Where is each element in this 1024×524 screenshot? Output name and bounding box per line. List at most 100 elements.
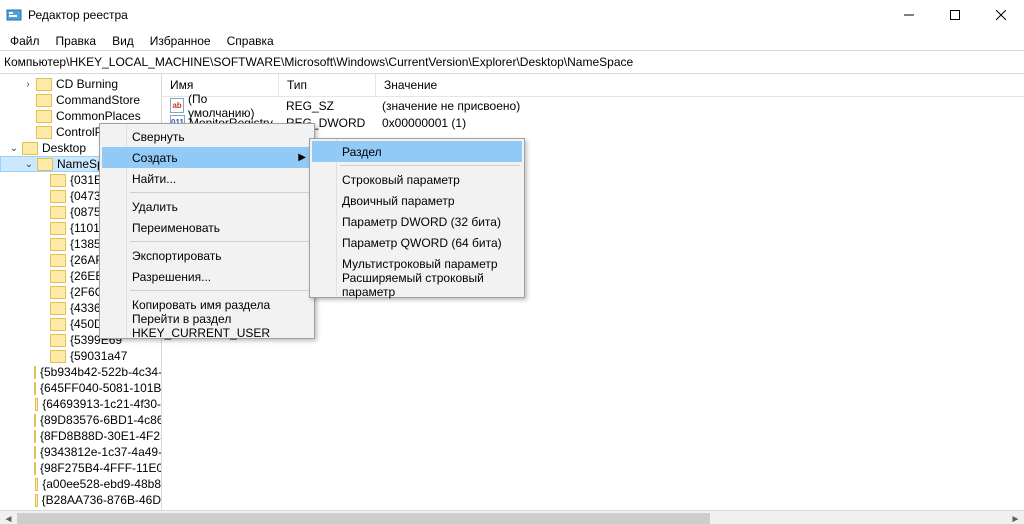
context-menu-item-label: Переименовать [132, 221, 220, 235]
menu-edit[interactable]: Правка [48, 33, 105, 49]
context-menu-item-label: Перейти в раздел HKEY_CURRENT_USER [132, 312, 292, 340]
chevron-down-icon[interactable]: ⌄ [6, 143, 22, 154]
folder-icon [34, 366, 36, 379]
menu-help[interactable]: Справка [219, 33, 282, 49]
folder-icon [36, 110, 52, 123]
context-menu-item[interactable]: Раздел [312, 141, 522, 162]
tree-item[interactable]: {98F275B4-4FFF-11E0- [0, 460, 161, 476]
col-value[interactable]: Значение [376, 74, 1024, 96]
context-menu-item[interactable]: Разрешения... [102, 266, 312, 287]
folder-icon [36, 126, 52, 139]
context-menu-item[interactable]: Создать ▶ [102, 147, 312, 168]
context-menu-item-label: Параметр DWORD (32 бита) [342, 215, 501, 229]
tree-item[interactable]: {89D83576-6BD1-4c86- [0, 412, 161, 428]
folder-icon [50, 302, 66, 315]
list-header: Имя Тип Значение [162, 74, 1024, 97]
tree-item[interactable]: {8FD8B88D-30E1-4F25 [0, 428, 161, 444]
folder-icon [50, 174, 66, 187]
folder-icon [50, 254, 66, 267]
chevron-right-icon[interactable]: › [20, 79, 36, 90]
value-type: REG_SZ [278, 99, 374, 113]
tree-item[interactable]: {64693913-1c21-4f30- [0, 396, 161, 412]
context-menu-item-label: Расширяемый строковый параметр [342, 271, 502, 299]
folder-icon [34, 414, 36, 427]
tree-item[interactable]: › CD Burning [0, 76, 161, 92]
tree-item[interactable]: {5b934b42-522b-4c34- [0, 364, 161, 380]
tree-item[interactable]: {B4FB3F98-C1EA-428c [0, 508, 161, 510]
folder-icon [36, 94, 52, 107]
context-menu-item[interactable]: Параметр DWORD (32 бита) [312, 211, 522, 232]
context-menu-item[interactable]: Перейти в раздел HKEY_CURRENT_USER [102, 315, 312, 336]
tree-item[interactable]: CommonPlaces [0, 108, 161, 124]
tree-item-label: Desktop [42, 141, 86, 155]
context-menu-item-label: Мультистроковый параметр [342, 257, 498, 271]
folder-icon [50, 238, 66, 251]
value-data: 0x00000001 (1) [374, 116, 1024, 130]
menu-file[interactable]: Файл [2, 33, 48, 49]
context-submenu[interactable]: Раздел Строковый параметр Двоичный парамет… [309, 138, 525, 298]
menu-bar: Файл Правка Вид Избранное Справка [0, 31, 1024, 50]
folder-icon [50, 190, 66, 203]
title-bar: Редактор реестра [0, 0, 1024, 31]
chevron-down-icon[interactable]: ⌄ [21, 159, 37, 170]
context-menu-item[interactable]: Переименовать [102, 217, 312, 238]
context-menu-separator [130, 241, 310, 242]
context-menu-item-label: Экспортировать [132, 249, 222, 263]
tree-item-label: {B4FB3F98-C1EA-428c [40, 509, 162, 510]
regedit-icon [6, 7, 22, 23]
tree-item[interactable]: {B28AA736-876B-46D [0, 492, 161, 508]
folder-icon [35, 478, 38, 491]
context-menu-item[interactable]: Свернуть [102, 126, 312, 147]
tree-item[interactable]: {645FF040-5081-101B- [0, 380, 161, 396]
context-menu[interactable]: Свернуть Создать ▶ Найти... Удалить Переимено… [99, 123, 315, 339]
context-menu-item-label: Параметр QWORD (64 бита) [342, 236, 502, 250]
maximize-button[interactable] [932, 0, 978, 30]
context-menu-item-label: Двоичный параметр [342, 194, 455, 208]
address-text: Компьютер\HKEY_LOCAL_MACHINE\SOFTWARE\Mi… [4, 55, 633, 69]
scroll-thumb[interactable] [17, 513, 710, 524]
context-menu-item-label: Свернуть [132, 130, 185, 144]
submenu-arrow-icon: ▶ [298, 152, 306, 163]
tree-item-label: {64693913-1c21-4f30- [42, 397, 161, 411]
folder-icon [35, 398, 38, 411]
context-menu-item[interactable]: Найти... [102, 168, 312, 189]
tree-item-label: CD Burning [56, 77, 118, 91]
tree-item[interactable]: CommandStore [0, 92, 161, 108]
tree-item-label: {645FF040-5081-101B- [40, 381, 162, 395]
menu-favorites[interactable]: Избранное [142, 33, 219, 49]
col-type[interactable]: Тип [279, 74, 376, 96]
tree-item[interactable]: {59031a47 [0, 348, 161, 364]
tree-item[interactable]: {9343812e-1c37-4a49- [0, 444, 161, 460]
horizontal-scrollbar[interactable]: ◄ ► [0, 510, 1024, 524]
close-button[interactable] [978, 0, 1024, 30]
address-bar[interactable]: Компьютер\HKEY_LOCAL_MACHINE\SOFTWARE\Mi… [0, 50, 1024, 74]
list-row[interactable]: ab(По умолчанию)REG_SZ(значение не присв… [162, 97, 1024, 114]
scroll-track[interactable] [17, 512, 1007, 524]
tree-item-label: CommonPlaces [56, 109, 141, 123]
folder-icon [50, 318, 66, 331]
minimize-button[interactable] [886, 0, 932, 30]
context-menu-item[interactable]: Экспортировать [102, 245, 312, 266]
folder-icon [34, 382, 36, 395]
folder-icon [50, 334, 66, 347]
tree-item-label: {98F275B4-4FFF-11E0- [40, 461, 162, 475]
folder-icon [22, 142, 38, 155]
tree-item-label: {8FD8B88D-30E1-4F25 [40, 429, 162, 443]
context-menu-item[interactable]: Удалить [102, 196, 312, 217]
context-menu-item[interactable]: Двоичный параметр [312, 190, 522, 211]
scroll-right-button[interactable]: ► [1007, 512, 1024, 524]
context-menu-separator [130, 290, 310, 291]
context-menu-item[interactable]: Расширяемый строковый параметр [312, 274, 522, 295]
context-menu-item[interactable]: Строковый параметр [312, 169, 522, 190]
folder-icon [34, 430, 36, 443]
window-title: Редактор реестра [28, 8, 128, 22]
tree-item-label: {a00ee528-ebd9-48b8 [42, 477, 161, 491]
scroll-left-button[interactable]: ◄ [0, 512, 17, 524]
context-menu-item-label: Найти... [132, 172, 176, 186]
menu-view[interactable]: Вид [104, 33, 142, 49]
context-menu-item-label: Создать [132, 151, 178, 165]
context-menu-item[interactable]: Параметр QWORD (64 бита) [312, 232, 522, 253]
tree-item[interactable]: {a00ee528-ebd9-48b8 [0, 476, 161, 492]
context-menu-separator [130, 192, 310, 193]
tree-item-label: {89D83576-6BD1-4c86- [40, 413, 162, 427]
